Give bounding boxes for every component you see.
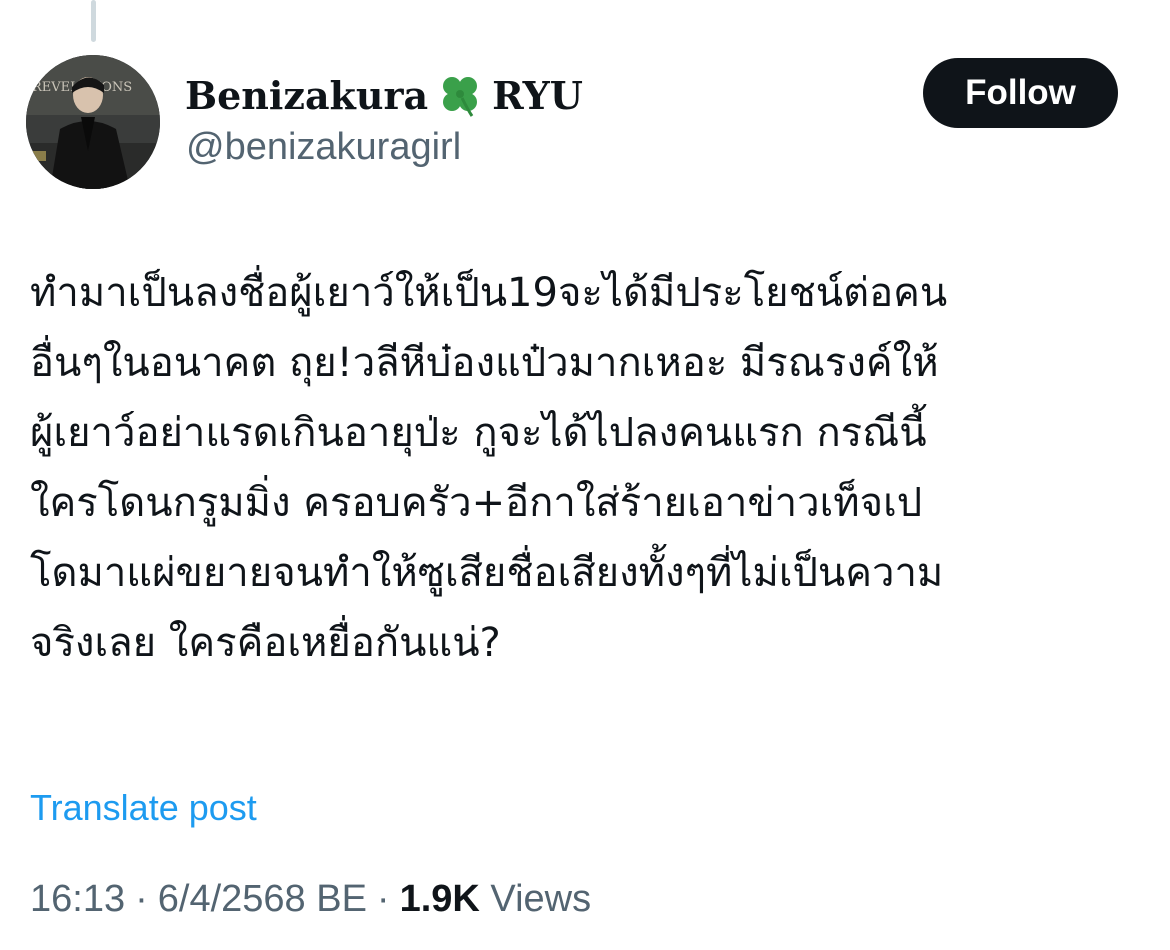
avatar-image: REVELATIONS [26,55,160,189]
post-date[interactable]: 6/4/2568 BE [158,878,367,920]
author-handle[interactable]: @benizakuragirl [186,126,461,169]
translate-post-link[interactable]: Translate post [30,787,257,829]
post-text-line: อื่นๆในอนาคต ถุย!วลีหีบ๋องแป๋วมากเหอะ มี… [30,340,939,386]
display-name-part1: Benizakura [185,72,429,118]
post-text-line: ผู้เยาว์อย่าแรดเกินอายุป่ะ กูจะได้ไปลงคน… [30,410,927,456]
post-text-line: จริงเลย ใครคือเหยื่อกันแน่? [30,620,501,666]
post-text-line: โดมาแผ่ขยายจนทำให้ซูเสียชื่อเสียงทั้งๆที… [30,550,944,596]
meta-separator: · [376,878,390,920]
post-text-line: ใครโดนกรูมมิ่ง ครอบครัว+อีกาใส่ร้ายเอาข่… [30,480,923,526]
author-display-name[interactable]: Benizakura RYU [185,72,583,118]
thread-connector-line [91,0,96,42]
meta-separator: · [135,878,148,920]
post-text-line: ทำมาเป็นลงชื่อผู้เยาว์ให้เป็น19จะได้มีปร… [30,270,948,316]
views-count: 1.9K [399,878,480,920]
views-label: Views [490,878,592,920]
avatar[interactable]: REVELATIONS [26,55,160,189]
follow-button[interactable]: Follow [923,58,1118,128]
post-text: ทำมาเป็นลงชื่อผู้เยาว์ให้เป็น19จะได้มีปร… [30,258,1145,678]
post-time[interactable]: 16:13 [30,878,125,920]
four-leaf-clover-icon [432,72,488,118]
post-meta: 16:13 · 6/4/2568 BE · 1.9K Views [30,878,591,921]
display-name-part2: RYU [492,72,583,118]
